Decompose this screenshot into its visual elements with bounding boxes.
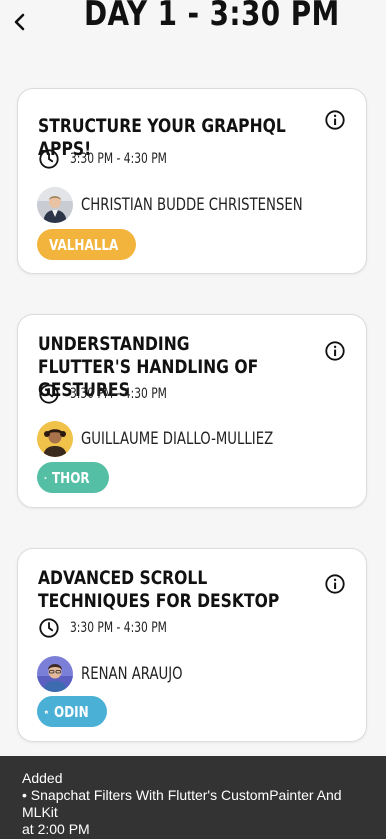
speaker-name: RENAN ARAUJO	[81, 664, 183, 684]
clock-icon	[39, 149, 59, 169]
snackbar-message: • Snapchat Filters With Flutter's Custom…	[22, 787, 342, 820]
home-icon	[44, 709, 49, 714]
schedule-screen: DAY 1 - 3:30 PM STRUCTURE YOUR GRAPHQL A…	[0, 0, 386, 839]
avatar	[37, 421, 73, 457]
app-bar: DAY 1 - 3:30 PM	[0, 0, 386, 44]
snackbar-title: Added	[22, 770, 63, 786]
time-text: 3:30 PM - 4:30 PM	[70, 620, 167, 636]
avatar	[37, 187, 73, 223]
info-icon	[325, 341, 345, 361]
room-label: VALHALLA	[49, 235, 119, 254]
session-title: ADVANCED SCROLL TECHNIQUES FOR DESKTOP	[38, 567, 280, 612]
info-button[interactable]	[324, 573, 346, 595]
session-card[interactable]: STRUCTURE YOUR GRAPHQL APPS! 3:30 PM - 4…	[17, 88, 367, 274]
snackbar-time: at 2:00 PM	[22, 821, 90, 837]
speaker-name: CHRISTIAN BUDDE CHRISTENSEN	[81, 195, 303, 215]
room-label: THOR	[51, 468, 90, 487]
avatar	[37, 656, 73, 692]
home-icon	[44, 476, 47, 479]
session-time: 3:30 PM - 4:30 PM	[38, 148, 184, 170]
room-badge[interactable]: ODIN	[37, 696, 107, 727]
info-icon	[325, 110, 345, 130]
room-badge[interactable]: THOR	[37, 462, 109, 493]
chevron-left-icon	[14, 13, 25, 31]
session-time: 3:30 PM - 4:30 PM	[38, 617, 184, 639]
room-badge[interactable]: VALHALLA	[37, 229, 136, 260]
time-text: 3:30 PM - 4:30 PM	[70, 151, 167, 167]
clock-icon	[39, 618, 59, 638]
clock-icon	[39, 384, 59, 404]
room-label: ODIN	[53, 702, 89, 721]
info-button[interactable]	[324, 340, 346, 362]
snackbar: Added • Snapchat Filters With Flutter's …	[0, 756, 386, 839]
session-card[interactable]: UNDERSTANDING FLUTTER'S HANDLING OF GEST…	[17, 314, 367, 508]
session-time: 3:30 PM - 4:30 PM	[38, 383, 184, 405]
info-button[interactable]	[324, 109, 346, 131]
session-card[interactable]: ADVANCED SCROLL TECHNIQUES FOR DESKTOP 3…	[17, 548, 367, 742]
speaker[interactable]: RENAN ARAUJO	[37, 656, 211, 692]
info-icon	[325, 574, 345, 594]
speaker[interactable]: CHRISTIAN BUDDE CHRISTENSEN	[37, 187, 365, 223]
page-title: DAY 1 - 3:30 PM	[84, 0, 340, 34]
speaker[interactable]: GUILLAUME DIALLO-MULLIEZ	[37, 421, 327, 457]
time-text: 3:30 PM - 4:30 PM	[70, 386, 167, 402]
back-button[interactable]	[8, 10, 32, 34]
speaker-name: GUILLAUME DIALLO-MULLIEZ	[81, 429, 274, 449]
